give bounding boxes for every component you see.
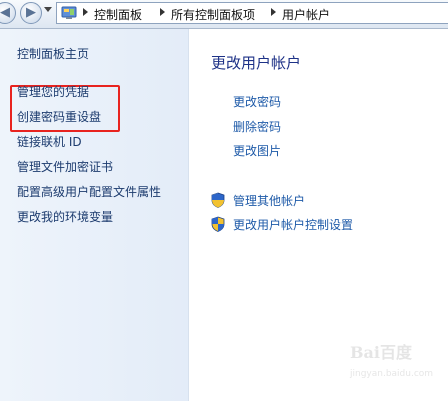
change-picture-link[interactable]: 更改图片 <box>233 142 281 159</box>
control-panel-icon <box>61 6 77 19</box>
breadcrumb-separator-icon[interactable] <box>271 8 276 16</box>
page-title: 更改用户帐户 <box>211 54 302 72</box>
address-bar: ◀ ▶ 控制面板 所有控制面板项 用户帐户 <box>0 0 448 29</box>
sidebar-item-environment-variables[interactable]: 更改我的环境变量 <box>17 208 113 225</box>
breadcrumb-separator-icon[interactable] <box>160 8 165 16</box>
sidebar-item-create-reset-disk[interactable]: 创建密码重设盘 <box>17 108 101 125</box>
watermark-text: Bai百度 <box>350 343 412 362</box>
forward-arrow-icon: ▶ <box>26 5 36 20</box>
manage-other-accounts-link[interactable]: 管理其他帐户 <box>233 192 305 209</box>
sidebar-item-file-encryption[interactable]: 管理文件加密证书 <box>17 158 113 175</box>
breadcrumb-item-all-items[interactable]: 所有控制面板项 <box>171 6 255 23</box>
watermark: Bai百度 jingyan.baidu.com <box>336 339 434 387</box>
sidebar-item-link-online-id[interactable]: 链接联机 ID <box>17 133 82 150</box>
remove-password-link[interactable]: 删除密码 <box>233 118 281 135</box>
sidebar-item-advanced-profile[interactable]: 配置高级用户配置文件属性 <box>17 183 161 200</box>
breadcrumb-separator-icon[interactable] <box>83 8 88 16</box>
back-arrow-icon: ◀ <box>0 5 10 20</box>
forward-button[interactable]: ▶ <box>20 2 42 24</box>
uac-shield-icon <box>211 216 225 232</box>
watermark-url: jingyan.baidu.com <box>350 369 434 379</box>
change-password-link[interactable]: 更改密码 <box>233 93 281 110</box>
breadcrumb[interactable]: 控制面板 所有控制面板项 用户帐户 <box>56 2 448 24</box>
uac-settings-link[interactable]: 更改用户帐户控制设置 <box>233 216 353 233</box>
breadcrumb-item-control-panel[interactable]: 控制面板 <box>94 6 142 23</box>
sidebar-home-link[interactable]: 控制面板主页 <box>17 45 89 62</box>
sidebar-item-manage-credentials[interactable]: 管理您的凭据 <box>17 83 89 100</box>
recent-pages-dropdown-icon[interactable] <box>44 7 52 12</box>
back-button[interactable]: ◀ <box>0 2 16 24</box>
uac-shield-icon <box>211 192 225 208</box>
breadcrumb-item-user-accounts[interactable]: 用户帐户 <box>282 6 330 23</box>
sidebar: 控制面板主页 管理您的凭据 创建密码重设盘 链接联机 ID 管理文件加密证书 配… <box>0 29 189 401</box>
